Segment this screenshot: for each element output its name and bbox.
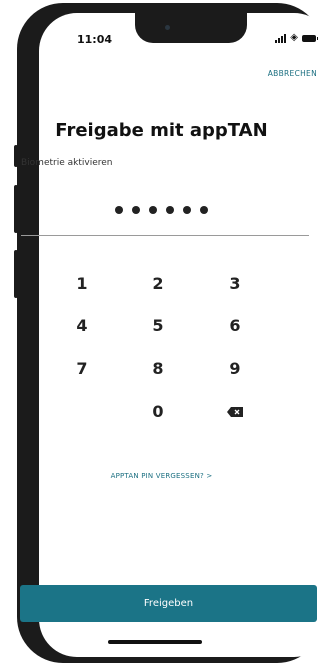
signal-icon (275, 34, 287, 43)
pin-indicator (0, 206, 323, 214)
wifi-icon: ◈ (290, 32, 298, 43)
key-6[interactable]: 6 (215, 311, 255, 341)
pin-dot (132, 206, 140, 214)
key-3[interactable]: 3 (215, 269, 255, 299)
key-9[interactable]: 9 (215, 354, 255, 384)
pin-dot (115, 206, 123, 214)
key-8[interactable]: 8 (138, 354, 178, 384)
battery-icon (302, 35, 318, 42)
status-icons: ◈ (275, 32, 318, 43)
backspace-button[interactable] (215, 397, 255, 427)
home-indicator (108, 640, 202, 644)
pin-dot (200, 206, 208, 214)
pin-dot (149, 206, 157, 214)
key-7[interactable]: 7 (62, 354, 102, 384)
status-time: 11:04 (77, 33, 113, 46)
pin-divider (21, 235, 309, 236)
key-4[interactable]: 4 (62, 311, 102, 341)
forgot-pin-link[interactable]: APPTAN PIN VERGESSEN? > (0, 472, 323, 480)
cancel-button[interactable]: ABBRECHEN (268, 69, 317, 78)
pin-dot (183, 206, 191, 214)
camera-icon (165, 25, 170, 30)
key-2[interactable]: 2 (138, 269, 178, 299)
notch (135, 13, 247, 43)
key-1[interactable]: 1 (62, 269, 102, 299)
biometric-link[interactable]: Biometrie aktivieren (21, 158, 112, 168)
page-title: Freigabe mit appTAN (55, 120, 268, 141)
pin-dot (166, 206, 174, 214)
key-5[interactable]: 5 (138, 311, 178, 341)
backspace-icon (227, 407, 243, 417)
submit-button[interactable]: Freigeben (20, 585, 317, 622)
key-0[interactable]: 0 (138, 397, 178, 427)
